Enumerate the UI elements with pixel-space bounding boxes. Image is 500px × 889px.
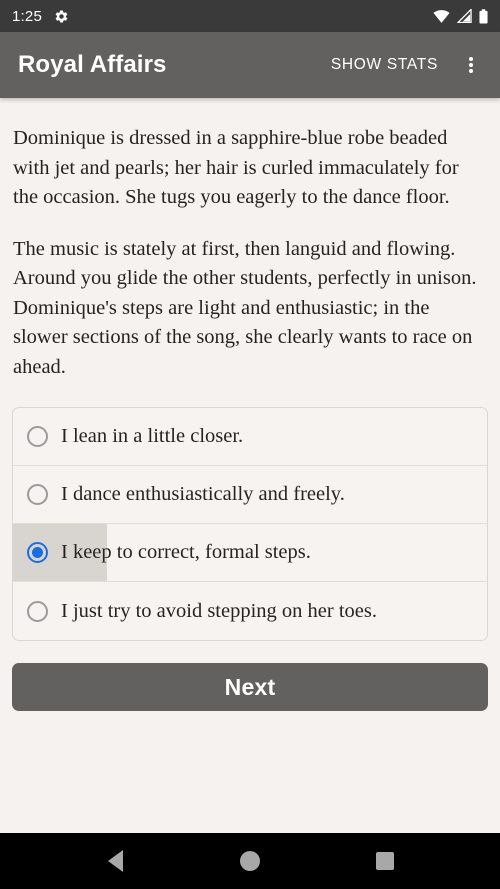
battery-icon <box>479 8 488 24</box>
story-paragraph: Dominique is dressed in a sapphire-blue … <box>13 127 459 208</box>
nav-back-button[interactable] <box>93 839 137 883</box>
main-content: Dominique is dressed in a sapphire-blue … <box>0 98 500 833</box>
overflow-dot <box>469 57 473 61</box>
choice-label: I dance enthusiastically and freely. <box>61 483 345 506</box>
cellular-signal-icon <box>457 9 472 23</box>
phone-screen: 1:25 Royal Affairs SHOW STATS Dominique … <box>0 0 500 889</box>
radio-button-icon[interactable] <box>27 600 48 622</box>
radio-button-icon[interactable] <box>27 426 48 447</box>
next-button-container: Next <box>12 641 488 711</box>
status-bar-right <box>433 8 488 24</box>
nav-recents-button[interactable] <box>363 839 407 883</box>
home-circle-icon <box>239 851 260 871</box>
choice-option-3[interactable]: I keep to correct, formal steps. <box>13 524 487 582</box>
status-clock: 1:25 <box>12 7 42 25</box>
radio-button-selected-icon[interactable] <box>27 542 48 563</box>
choice-label: I just try to avoid stepping on her toes… <box>61 599 377 622</box>
overflow-dot <box>469 69 473 73</box>
wifi-icon <box>433 9 450 23</box>
nav-home-button[interactable] <box>228 839 272 883</box>
android-nav-bar <box>0 833 500 889</box>
status-bar: 1:25 <box>0 0 500 32</box>
status-bar-left: 1:25 <box>12 8 69 25</box>
recents-square-icon <box>375 852 394 870</box>
app-title: Royal Affairs <box>18 51 167 78</box>
choice-label: I lean in a little closer. <box>61 425 244 448</box>
choice-option-1[interactable]: I lean in a little closer. <box>13 408 487 466</box>
show-stats-button[interactable]: SHOW STATS <box>321 46 448 84</box>
story-paragraph: The music is stately at first, then lang… <box>13 237 477 378</box>
choice-label: I keep to correct, formal steps. <box>61 541 311 564</box>
app-bar-actions: SHOW STATS <box>321 43 490 87</box>
story-text: Dominique is dressed in a sapphire-blue … <box>12 124 488 382</box>
choice-option-2[interactable]: I dance enthusiastically and freely. <box>13 466 487 524</box>
choice-option-4[interactable]: I just try to avoid stepping on her toes… <box>13 582 487 640</box>
choices-list: I lean in a little closer. I dance enthu… <box>12 407 488 641</box>
overflow-dot <box>469 63 473 67</box>
next-button[interactable]: Next <box>12 663 488 711</box>
radio-button-icon[interactable] <box>27 484 48 505</box>
app-bar: Royal Affairs SHOW STATS <box>0 32 500 98</box>
back-triangle-icon <box>107 850 123 872</box>
overflow-menu-icon[interactable] <box>452 43 490 87</box>
gear-icon <box>54 9 69 24</box>
